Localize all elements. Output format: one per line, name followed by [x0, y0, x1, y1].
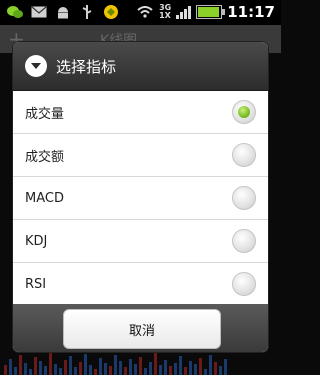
- option-label: MACD: [25, 190, 64, 206]
- background-bar: [104, 363, 107, 375]
- mail-icon: [30, 4, 48, 20]
- background-bar: [219, 366, 222, 375]
- background-bar: [129, 359, 132, 375]
- background-bar: [24, 363, 27, 375]
- dialog-footer: 取消: [13, 304, 268, 352]
- network-type: 3G 1X: [159, 3, 172, 20]
- wifi-icon: [136, 4, 154, 20]
- background-bar: [189, 361, 192, 375]
- option-label: RSI: [25, 276, 47, 292]
- background-bar: [199, 358, 202, 375]
- background-bar: [144, 368, 147, 375]
- background-bar: [179, 356, 182, 375]
- background-bar: [9, 359, 12, 375]
- radio-button[interactable]: [232, 186, 256, 210]
- radio-button[interactable]: [232, 143, 256, 167]
- background-bar: [109, 366, 112, 375]
- background-volume-bars: [0, 349, 285, 375]
- wechat-icon: [6, 4, 24, 20]
- status-bar: 3G 1X 11:17: [0, 0, 281, 25]
- app-icon: [102, 4, 120, 20]
- background-bar: [204, 369, 207, 375]
- background-bar: [54, 364, 57, 375]
- dialog-title-bar: 选择指标: [13, 42, 268, 91]
- background-bar: [84, 354, 87, 375]
- battery-level: [198, 7, 219, 17]
- background-bar: [154, 353, 157, 375]
- background-bar: [119, 361, 122, 375]
- background-bar: [4, 365, 7, 375]
- background-bar: [59, 368, 62, 375]
- background-bar: [19, 355, 22, 375]
- background-bar: [114, 355, 117, 375]
- background-bar: [164, 360, 167, 375]
- option-macd[interactable]: MACD: [13, 177, 268, 220]
- android-icon: [54, 4, 72, 20]
- signal-icon: [176, 5, 192, 19]
- background-bar: [94, 369, 97, 375]
- dropdown-circle-icon: [25, 55, 47, 77]
- status-right: 3G 1X 11:17: [136, 3, 275, 21]
- option-volume[interactable]: 成交量: [13, 91, 268, 134]
- option-kdj[interactable]: KDJ: [13, 220, 268, 263]
- background-bar: [39, 361, 42, 375]
- option-list: 成交量 成交额 MACD KDJ RSI: [13, 91, 268, 306]
- background-bar: [49, 353, 52, 375]
- option-turnover[interactable]: 成交额: [13, 134, 268, 177]
- background-bar: [74, 367, 77, 375]
- radio-button[interactable]: [232, 272, 256, 296]
- notification-icons: [6, 4, 120, 20]
- background-bar: [89, 365, 92, 375]
- background-bar: [124, 367, 127, 375]
- background-bar: [169, 366, 172, 375]
- background-bar: [149, 362, 152, 375]
- background-bar: [214, 362, 217, 375]
- background-bar: [134, 364, 137, 375]
- indicator-dialog: 选择指标 成交量 成交额 MACD KDJ RSI 取消: [13, 42, 268, 352]
- background-bar: [139, 357, 142, 375]
- background-bar: [29, 369, 32, 375]
- dialog-title: 选择指标: [56, 57, 117, 76]
- radio-button[interactable]: [232, 229, 256, 253]
- cancel-button[interactable]: 取消: [63, 309, 221, 349]
- option-rsi[interactable]: RSI: [13, 263, 268, 306]
- usb-icon: [78, 4, 96, 20]
- background-bar: [99, 358, 102, 375]
- background-bar: [224, 359, 227, 375]
- background-bar: [174, 363, 177, 375]
- background-bar: [69, 356, 72, 375]
- background-bar: [159, 365, 162, 375]
- background-bar: [14, 367, 17, 375]
- background-bar: [194, 364, 197, 375]
- background-bar: [44, 366, 47, 375]
- option-label: KDJ: [25, 233, 48, 249]
- background-bar: [184, 367, 187, 375]
- background-bar: [34, 357, 37, 375]
- clock: 11:17: [227, 3, 275, 21]
- battery-icon: [196, 5, 226, 19]
- background-bar: [64, 360, 67, 375]
- option-label: 成交量: [25, 106, 65, 122]
- option-label: 成交额: [25, 149, 65, 165]
- background-bar: [79, 362, 82, 375]
- background-bar: [209, 355, 212, 375]
- radio-button[interactable]: [232, 100, 256, 124]
